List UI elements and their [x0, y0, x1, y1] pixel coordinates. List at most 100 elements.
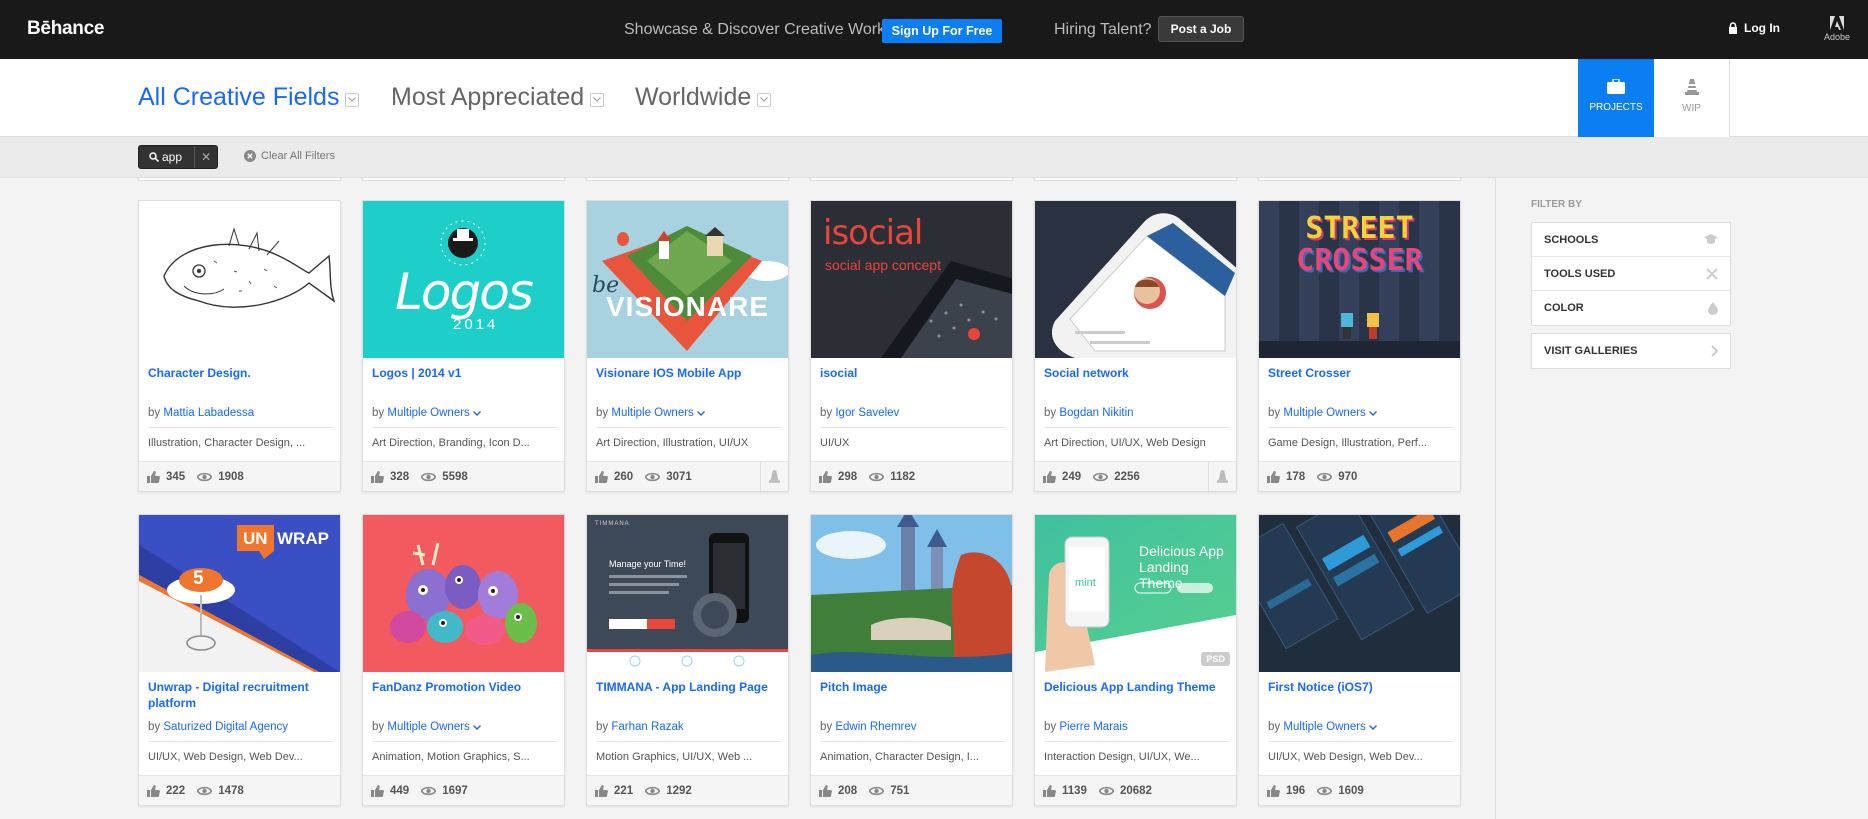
- wip-cone-icon[interactable]: [760, 462, 788, 491]
- project-title[interactable]: Social network: [1044, 365, 1229, 381]
- project-title[interactable]: Pitch Image: [820, 679, 1005, 695]
- delicious-app-artwork: [1035, 515, 1236, 672]
- filter-color[interactable]: COLOR: [1532, 291, 1730, 325]
- visit-galleries-link[interactable]: VISIT GALLERIES: [1532, 334, 1730, 368]
- project-thumbnail[interactable]: [1035, 201, 1236, 358]
- project-title[interactable]: Unwrap - Digital recruitment platform: [148, 679, 333, 711]
- project-card[interactable]: TIMMANA Manage your Time! TIMMANA - App …: [586, 514, 789, 806]
- eye-icon: [1098, 786, 1114, 796]
- views: 1908: [197, 471, 244, 483]
- chevron-down-icon[interactable]: [473, 411, 482, 416]
- project-card[interactable]: Logos 2014 Logos | 2014 v1 by Multiple O…: [362, 200, 565, 492]
- owner-link[interactable]: Mattia Labadessa: [163, 407, 254, 419]
- project-card[interactable]: Delicious App Landing Theme mint PSD Del…: [1034, 514, 1237, 806]
- project-thumbnail[interactable]: [811, 515, 1012, 672]
- project-card[interactable]: isocial social app concept isocial by Ig…: [810, 200, 1013, 492]
- likes-count: 298: [838, 470, 858, 483]
- location-dropdown[interactable]: Worldwide: [635, 83, 772, 112]
- creative-fields-dropdown[interactable]: All Creative Fields: [138, 83, 360, 112]
- timmana-headline: Manage your Time!: [609, 559, 687, 569]
- chevron-down-icon[interactable]: [1369, 411, 1378, 416]
- views-count: 970: [1338, 470, 1358, 483]
- tab-projects[interactable]: PROJECTS: [1578, 59, 1654, 137]
- views-count: 1697: [442, 784, 468, 797]
- eye-icon: [421, 472, 437, 482]
- project-thumbnail[interactable]: [139, 201, 340, 358]
- active-filters-bar: app ✕ Clear All Filters: [0, 137, 1868, 178]
- project-thumbnail[interactable]: Delicious App Landing Theme mint PSD: [1035, 515, 1236, 672]
- views: 751: [869, 785, 909, 797]
- wip-cone-icon[interactable]: [1208, 462, 1236, 491]
- filter-list: SCHOOLS TOOLS USED COLOR: [1531, 222, 1731, 326]
- project-card[interactable]: UN WRAP 5 Unwrap - Digital recruitment p…: [138, 514, 341, 806]
- fandanz-monsters-artwork: [390, 542, 537, 645]
- owner-link[interactable]: Multiple Owners: [387, 721, 469, 733]
- project-title[interactable]: isocial: [820, 365, 1005, 381]
- project-thumbnail[interactable]: be VISIONARE: [587, 201, 788, 358]
- owner-link[interactable]: Edwin Rhemrev: [835, 721, 916, 733]
- eye-icon: [1317, 472, 1333, 482]
- owner-link[interactable]: Farhan Razak: [611, 721, 683, 733]
- chevron-down-icon[interactable]: [1369, 725, 1378, 730]
- owner-link[interactable]: Multiple Owners: [1283, 721, 1365, 733]
- project-title[interactable]: TIMMANA - App Landing Page: [596, 679, 781, 695]
- project-card[interactable]: Social network by Bogdan Nikitin Art Dir…: [1034, 200, 1237, 492]
- log-in-link[interactable]: Log In: [1728, 21, 1780, 35]
- filter-schools[interactable]: SCHOOLS: [1532, 223, 1730, 257]
- behance-logo[interactable]: Bēhance: [27, 18, 104, 40]
- project-stats: 208 751: [811, 775, 1012, 805]
- tab-wip[interactable]: WIP: [1654, 59, 1730, 137]
- project-title[interactable]: FanDanz Promotion Video: [372, 679, 557, 695]
- owner-link[interactable]: Multiple Owners: [387, 407, 469, 419]
- project-card[interactable]: First Notice (iOS7) by Multiple Owners U…: [1258, 514, 1461, 806]
- eye-icon: [1093, 472, 1109, 482]
- project-card[interactable]: STREET CROSSER Street Crosser by Multipl…: [1258, 200, 1461, 492]
- chevron-down-icon: [345, 92, 360, 107]
- owner-link[interactable]: Igor Savelev: [835, 407, 899, 419]
- project-thumbnail[interactable]: [1259, 515, 1460, 672]
- owner-link[interactable]: Multiple Owners: [1283, 407, 1365, 419]
- likes-count: 221: [614, 784, 634, 797]
- chevron-down-icon[interactable]: [473, 725, 482, 730]
- project-title[interactable]: Character Design.: [148, 365, 333, 381]
- project-thumbnail[interactable]: isocial social app concept: [811, 201, 1012, 358]
- crosser-thumb-text: CROSSER: [1296, 243, 1423, 278]
- project-thumbnail[interactable]: UN WRAP 5: [139, 515, 340, 672]
- remove-search-icon[interactable]: ✕: [194, 146, 217, 168]
- adobe-link[interactable]: Adobe: [1820, 16, 1854, 42]
- project-card[interactable]: be VISIONARE Visionare IOS Mobile App by…: [586, 200, 789, 492]
- sign-up-button[interactable]: Sign Up For Free: [882, 19, 1002, 43]
- project-title[interactable]: First Notice (iOS7): [1268, 679, 1453, 695]
- project-fields: UI/UX, Web Design, Web Dev...: [148, 741, 333, 763]
- project-owner-line: by Pierre Marais: [1044, 721, 1128, 733]
- top-navigation-bar: Bēhance Showcase & Discover Creative Wor…: [0, 0, 1868, 59]
- clear-all-filters-link[interactable]: Clear All Filters: [244, 150, 335, 162]
- owner-link[interactable]: Bogdan Nikitin: [1059, 407, 1133, 419]
- project-fields: Art Direction, Illustration, UI/UX: [596, 427, 781, 449]
- project-owner-line: by Mattia Labadessa: [148, 407, 254, 419]
- owner-link[interactable]: Saturized Digital Agency: [163, 721, 288, 733]
- project-title[interactable]: Logos | 2014 v1: [372, 365, 557, 381]
- search-tag[interactable]: app ✕: [138, 145, 218, 169]
- by-label: by: [820, 721, 833, 733]
- sort-dropdown[interactable]: Most Appreciated: [391, 83, 605, 112]
- project-thumbnail[interactable]: TIMMANA Manage your Time!: [587, 515, 788, 672]
- project-owner-line: by Multiple Owners: [1268, 721, 1378, 733]
- project-title[interactable]: Street Crosser: [1268, 365, 1453, 381]
- project-title[interactable]: Delicious App Landing Theme: [1044, 679, 1229, 695]
- project-thumbnail[interactable]: STREET CROSSER: [1259, 201, 1460, 358]
- chevron-down-icon[interactable]: [697, 411, 706, 416]
- filter-tools-used[interactable]: TOOLS USED: [1532, 257, 1730, 291]
- project-card[interactable]: FanDanz Promotion Video by Multiple Owne…: [362, 514, 565, 806]
- project-thumbnail[interactable]: Logos 2014: [363, 201, 564, 358]
- creative-fields-label: All Creative Fields: [138, 83, 340, 111]
- owner-link[interactable]: Pierre Marais: [1059, 721, 1127, 733]
- owner-link[interactable]: Multiple Owners: [611, 407, 693, 419]
- project-title[interactable]: Visionare IOS Mobile App: [596, 365, 781, 381]
- project-thumbnail[interactable]: [363, 515, 564, 672]
- logos-thumb-text: Logos: [395, 263, 534, 321]
- views-count: 1609: [1338, 784, 1364, 797]
- project-card[interactable]: Pitch Image by Edwin Rhemrev Animation, …: [810, 514, 1013, 806]
- project-card[interactable]: Character Design. by Mattia Labadessa Il…: [138, 200, 341, 492]
- post-job-button[interactable]: Post a Job: [1158, 16, 1244, 42]
